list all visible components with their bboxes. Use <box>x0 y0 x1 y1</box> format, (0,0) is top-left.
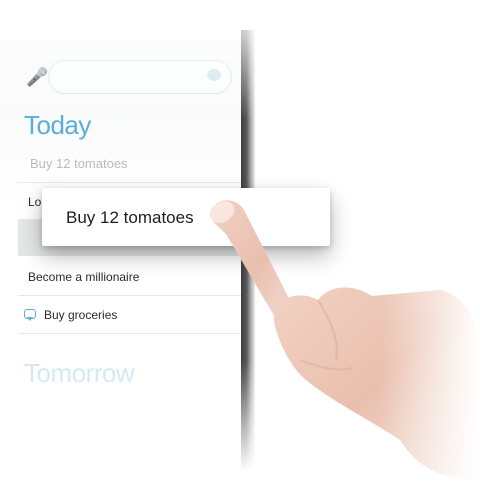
hand-pointer-icon <box>209 200 480 500</box>
